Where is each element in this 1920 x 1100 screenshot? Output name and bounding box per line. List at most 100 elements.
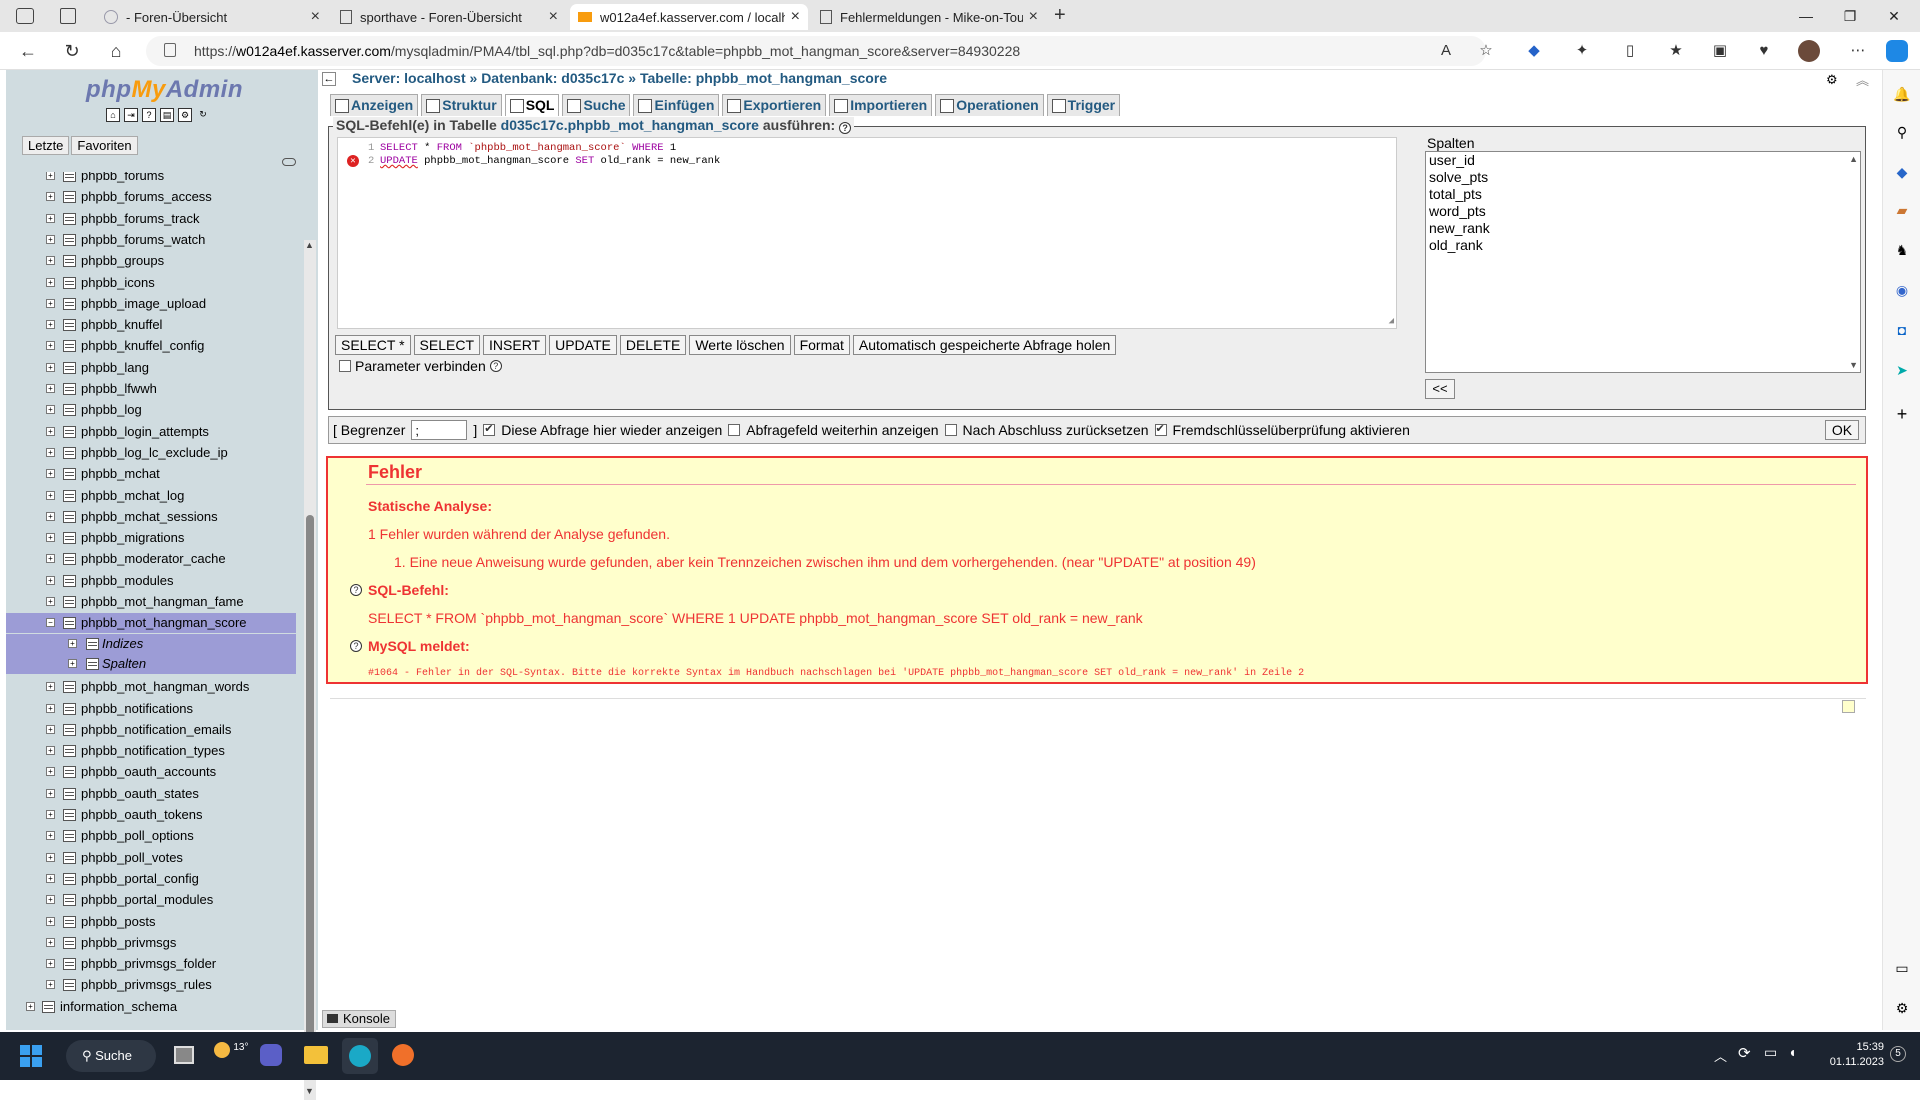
expand-icon[interactable]: + [46, 192, 55, 202]
tab-operationen[interactable]: Operationen [935, 94, 1044, 116]
expand-icon[interactable]: + [46, 810, 55, 819]
notification-bell-icon[interactable]: 🔔 [1892, 84, 1912, 104]
more-options-icon[interactable]: ⋯ [1846, 40, 1870, 62]
expand-icon[interactable]: + [46, 234, 55, 244]
expand-icon[interactable]: + [46, 831, 55, 841]
expand-icon[interactable]: + [46, 724, 55, 734]
documentation-icon[interactable]: ▤ [160, 108, 174, 122]
expand-icon[interactable]: + [46, 405, 55, 415]
tree-table-item[interactable]: + phpbb_forums [6, 172, 296, 186]
column-option[interactable]: new_rank [1429, 220, 1860, 237]
expand-icon[interactable]: + [46, 384, 55, 393]
query-button-4[interactable]: DELETE [619, 335, 687, 355]
nav-scroll-thumb[interactable] [306, 515, 314, 1080]
home-icon[interactable]: ⌂ [102, 39, 130, 63]
expand-icon[interactable]: + [46, 426, 55, 436]
browser-tab-4[interactable]: Fehlermeldungen - Mike-on-Tour × [812, 4, 1046, 30]
query-button-2[interactable]: INSERT [483, 335, 547, 355]
expand-icon[interactable]: + [46, 447, 55, 457]
office-icon[interactable]: ◉ [1892, 280, 1912, 300]
legend-table[interactable]: d035c17c.phpbb_mot_hangman_score [501, 117, 759, 133]
clock[interactable]: 15:39 01.11.2023 [1820, 1040, 1884, 1070]
resize-handle-icon[interactable]: ◢ [1389, 316, 1394, 326]
tree-table-item[interactable]: + phpbb_privmsgs_rules [6, 975, 296, 995]
expand-icon[interactable]: + [46, 852, 55, 862]
expand-icon[interactable]: + [46, 980, 55, 990]
tree-table-item[interactable]: + phpbb_forums_access [6, 187, 296, 207]
browser-essentials-icon[interactable]: ♥ [1752, 40, 1776, 62]
retain-box-checkbox[interactable] [728, 424, 741, 436]
delimiter-input[interactable] [411, 420, 468, 440]
expand-icon[interactable]: + [46, 554, 55, 564]
expand-icon[interactable]: + [46, 362, 55, 372]
tab-einfügen[interactable]: Einfügen [633, 94, 720, 116]
tree-table-item[interactable]: + phpbb_mchat_log [6, 486, 296, 506]
expand-icon[interactable]: + [46, 277, 55, 287]
tree-table-item[interactable]: + phpbb_notification_types [6, 741, 296, 761]
expand-icon[interactable]: + [46, 788, 55, 798]
expand-icon[interactable]: + [46, 597, 55, 606]
collapse-top-icon[interactable]: ︽ [1856, 70, 1869, 89]
tree-table-item[interactable]: + phpbb_mchat [6, 464, 296, 484]
expand-icon[interactable]: + [46, 895, 55, 905]
lint-error-icon[interactable]: ✕ [347, 155, 359, 167]
tree-table-item[interactable]: + phpbb_knuffel_config [6, 336, 296, 356]
tree-table-item[interactable]: + phpbb_forums_track [6, 209, 296, 229]
expand-icon[interactable]: + [46, 767, 55, 777]
settings-gear-icon[interactable]: ⚙ [1826, 72, 1838, 88]
column-option[interactable]: solve_pts [1429, 169, 1860, 186]
expand-icon[interactable]: + [46, 873, 55, 883]
teams-icon[interactable] [260, 1044, 282, 1066]
browser-tab-3-active[interactable]: w012a4ef.kasserver.com / localhost × [570, 4, 808, 30]
tree-table-item[interactable]: + phpbb_privmsgs [6, 933, 296, 953]
tab-anzeigen[interactable]: Anzeigen [330, 94, 419, 116]
help-docs-icon[interactable]: ? [142, 108, 156, 122]
expand-icon[interactable]: + [46, 469, 55, 479]
url-field[interactable]: https://w012a4ef.kasserver.com/mysqladmi… [146, 36, 1486, 66]
expand-icon[interactable]: + [46, 256, 55, 266]
recent-tables-tab[interactable]: Letzte [22, 136, 70, 155]
expand-icon[interactable]: + [46, 703, 55, 713]
expand-icon[interactable]: + [68, 658, 77, 668]
collapse-icon[interactable]: − [46, 618, 55, 628]
ok-button[interactable]: OK [1825, 420, 1859, 440]
console-toggle[interactable]: Konsole [322, 1010, 396, 1028]
expand-icon[interactable]: + [46, 575, 55, 585]
phpmyadmin-logo[interactable]: phpMyAdmin [86, 76, 243, 104]
site-info-icon[interactable] [164, 43, 176, 57]
expand-icon[interactable]: + [46, 746, 55, 756]
favorite-tables-tab[interactable]: Favoriten [71, 136, 138, 155]
tree-table-item[interactable]: + phpbb_log_lc_exclude_ip [6, 443, 296, 463]
tree-table-item[interactable]: + phpbb_mchat_sessions [6, 507, 296, 527]
tree-table-item[interactable]: + phpbb_poll_options [6, 826, 296, 846]
tree-table-item[interactable]: + phpbb_portal_config [6, 869, 296, 889]
favorite-star-icon[interactable]: ☆ [1474, 40, 1498, 62]
query-button-5[interactable]: Werte löschen [689, 335, 791, 355]
sticky-note-icon[interactable] [1842, 700, 1855, 713]
sync-icon[interactable]: ⟳ [1738, 1044, 1751, 1062]
tree-table-item[interactable]: − phpbb_mot_hangman_score [6, 613, 296, 634]
new-tab-icon[interactable]: + [1054, 4, 1066, 27]
logout-icon[interactable]: ⇥ [124, 108, 138, 122]
reload-icon[interactable]: ↻ [58, 39, 86, 63]
tree-table-item[interactable]: + phpbb_icons [6, 273, 296, 293]
split-screen-icon[interactable]: ▯ [1618, 40, 1642, 62]
file-explorer-icon[interactable] [304, 1046, 328, 1064]
fk-check-checkbox[interactable] [1154, 422, 1167, 436]
sidebar-layout-icon[interactable]: ▭ [1892, 958, 1912, 978]
tree-table-item[interactable]: + phpbb_oauth_accounts [6, 762, 296, 782]
close-tab-icon[interactable]: × [791, 8, 800, 26]
tree-table-item[interactable]: + phpbb_lang [6, 358, 296, 378]
expand-icon[interactable]: + [46, 172, 55, 180]
breadcrumb-table[interactable]: Tabelle: phpbb_mot_hangman_score [640, 70, 887, 86]
extension-icon[interactable]: ◆ [1522, 40, 1546, 62]
tab-trigger[interactable]: Trigger [1046, 94, 1121, 116]
firefox-icon[interactable] [392, 1044, 414, 1066]
expand-icon[interactable]: + [46, 320, 55, 330]
help-icon[interactable]: ? [350, 640, 362, 652]
add-sidebar-app-icon[interactable]: + [1892, 404, 1912, 424]
insert-column-button[interactable]: << [1425, 379, 1455, 399]
shopping-tag-icon[interactable]: ◆ [1892, 162, 1912, 182]
columns-list[interactable]: ▲ ▼ user_id solve_pts total_pts word_pts new… [1425, 151, 1861, 373]
expand-icon[interactable]: + [46, 682, 55, 692]
